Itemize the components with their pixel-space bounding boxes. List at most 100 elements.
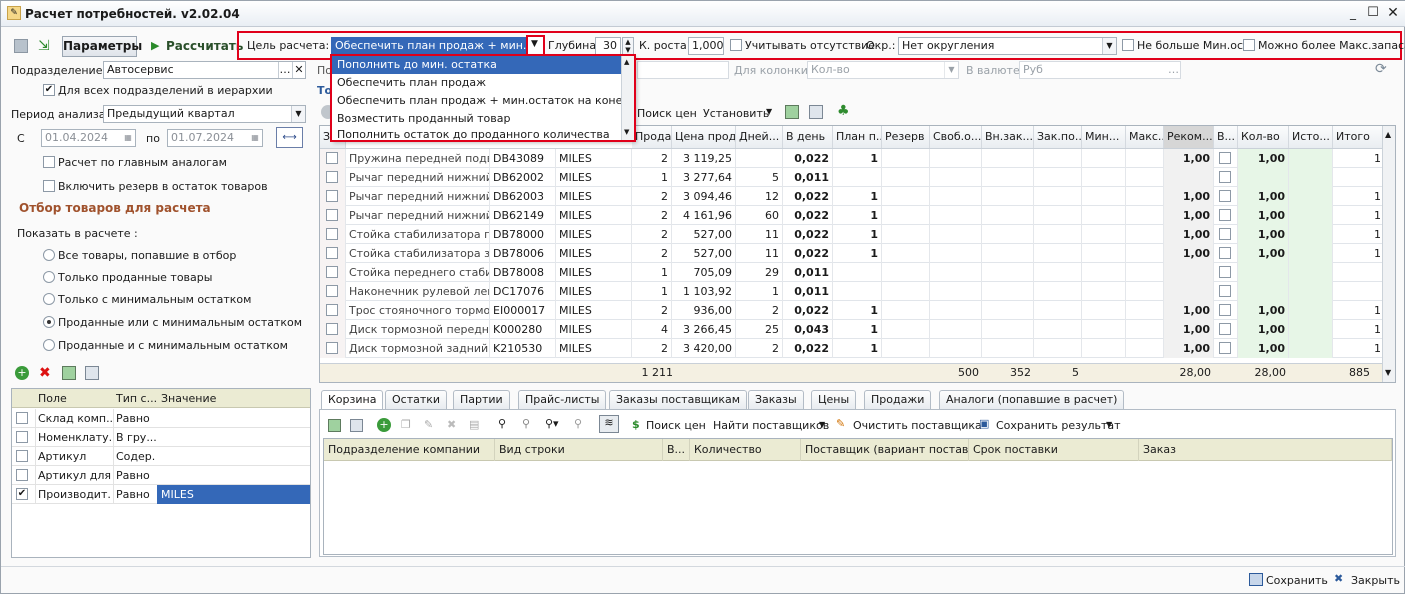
- all-depts-checkbox[interactable]: ✔: [43, 84, 55, 96]
- filter-row-checkbox[interactable]: [16, 469, 28, 481]
- grid-row[interactable]: Рычаг передний нижний ...DB62003MILES23 …: [320, 187, 1386, 206]
- chevron-down-icon[interactable]: ▼: [291, 106, 305, 122]
- row-checkbox[interactable]: [326, 285, 338, 297]
- filter-row[interactable]: Артикул для... Равно: [12, 466, 310, 485]
- save-result-button[interactable]: Сохранить результат: [996, 418, 1121, 434]
- grid-header-cell[interactable]: Прода...: [632, 126, 672, 148]
- filter-row-checkbox[interactable]: [16, 412, 28, 424]
- search-prices-button[interactable]: Поиск цен: [637, 107, 697, 120]
- grid-header-cell[interactable]: Макс...: [1126, 126, 1164, 148]
- grid-header-cell[interactable]: Зак.по...: [1034, 126, 1082, 148]
- tab-item[interactable]: Продажи: [864, 390, 932, 409]
- col-select[interactable]: Кол-во ▼: [807, 61, 959, 79]
- grid-header-cell[interactable]: Цена прод...: [672, 126, 736, 148]
- check-all-icon[interactable]: [62, 366, 76, 380]
- grid-header-cell[interactable]: Дней...: [736, 126, 783, 148]
- grid-header-cell[interactable]: Своб.о...: [930, 126, 982, 148]
- tab-item[interactable]: Прайс-листы: [518, 390, 607, 409]
- row-v-checkbox[interactable]: [1219, 247, 1231, 259]
- radio-sold-or-min[interactable]: [43, 316, 55, 328]
- grid-header-cell[interactable]: Исто...: [1289, 126, 1333, 148]
- basket-col-header[interactable]: Количество: [690, 439, 801, 461]
- check-all-icon[interactable]: [785, 105, 799, 119]
- filter-off-icon[interactable]: ⚲: [522, 417, 530, 430]
- export-icon[interactable]: ⇲: [38, 38, 54, 54]
- filter-row[interactable]: ✔ Производит... Равно MILES: [12, 485, 310, 504]
- filter-row[interactable]: Склад комп... Равно: [12, 409, 310, 428]
- add-icon[interactable]: +: [377, 418, 391, 432]
- obscured-field[interactable]: [637, 61, 729, 79]
- grid-header-cell[interactable]: Кол-во: [1238, 126, 1289, 148]
- grid-row[interactable]: Рычаг передний нижний DB62149 MILES 2 4 161,…: [320, 206, 1386, 225]
- filter-icon[interactable]: ⚲: [498, 417, 506, 430]
- select-ellipsis-icon[interactable]: …: [1168, 62, 1179, 78]
- row-checkbox[interactable]: [326, 171, 338, 183]
- row-v-checkbox[interactable]: [1219, 228, 1231, 240]
- tab-item[interactable]: Заказы поставщикам: [609, 390, 748, 409]
- filter-value[interactable]: [157, 409, 310, 428]
- grid-header-cell[interactable]: В день: [783, 126, 833, 148]
- filter-value[interactable]: [157, 447, 310, 466]
- close-button[interactable]: Закрыть: [1351, 573, 1400, 589]
- radio-min[interactable]: [43, 293, 55, 305]
- tab-item[interactable]: Аналоги (попавшие в расчет): [939, 390, 1125, 409]
- filter-value[interactable]: MILES: [157, 485, 310, 504]
- filter-row[interactable]: Номенклату... В гру...: [12, 428, 310, 447]
- save-icon[interactable]: ▤: [469, 418, 479, 431]
- uncheck-all-icon[interactable]: [85, 366, 99, 380]
- grid-header-cell[interactable]: В...: [1214, 126, 1238, 148]
- grid-header-cell[interactable]: План п...: [833, 126, 882, 148]
- row-v-checkbox[interactable]: [1219, 209, 1231, 221]
- grid-header-cell[interactable]: Реком...: [1164, 126, 1214, 148]
- row-v-checkbox[interactable]: [1219, 285, 1231, 297]
- grid-row[interactable]: Диск тормозной задний K210530 MILES 2 3 420,…: [320, 339, 1386, 358]
- row-checkbox[interactable]: [326, 304, 338, 316]
- tab-item[interactable]: Партии: [453, 390, 510, 409]
- uncheck-all-icon[interactable]: [809, 105, 823, 119]
- grid-row[interactable]: Стойка переднего стаби... DB78008 MILES 1 70…: [320, 263, 1386, 282]
- grid-header-cell[interactable]: Мин...: [1082, 126, 1126, 148]
- filter-row[interactable]: Артикул Содер...: [12, 447, 310, 466]
- absence-checkbox[interactable]: [730, 39, 742, 51]
- depth-stepper[interactable]: ▲ ▼: [622, 37, 634, 55]
- calculate-button[interactable]: Рассчитать: [166, 39, 243, 53]
- row-checkbox[interactable]: [326, 266, 338, 278]
- plant-icon[interactable]: ♣: [837, 103, 850, 119]
- filter-row-checkbox[interactable]: ✔: [16, 488, 28, 500]
- grid-row[interactable]: Стойка стабилизатора з... DB78006 MILES 2 52…: [320, 244, 1386, 263]
- filter-row-checkbox[interactable]: [16, 431, 28, 443]
- row-checkbox[interactable]: [326, 152, 338, 164]
- depth-field[interactable]: 30: [595, 37, 621, 55]
- row-checkbox[interactable]: [326, 209, 338, 221]
- row-v-checkbox[interactable]: [1219, 190, 1231, 202]
- clear-icon[interactable]: ✕: [292, 62, 305, 78]
- filter-value[interactable]: [157, 428, 310, 447]
- tab-item[interactable]: Заказы: [748, 390, 804, 409]
- copy-icon[interactable]: ❐: [401, 418, 411, 431]
- refresh-icon[interactable]: ⟳: [1375, 61, 1387, 77]
- radio-sold[interactable]: [43, 271, 55, 283]
- grid-row[interactable]: Трос стояночного тормо... EI000017 MILES 2 9…: [320, 301, 1386, 320]
- basket-col-header[interactable]: Заказ: [1139, 439, 1392, 461]
- chevron-down-icon[interactable]: ▼: [1102, 38, 1116, 54]
- row-v-checkbox[interactable]: [1219, 152, 1231, 164]
- save-button[interactable]: Сохранить: [1266, 573, 1328, 589]
- row-checkbox[interactable]: [326, 323, 338, 335]
- row-v-checkbox[interactable]: [1219, 266, 1231, 278]
- view-toggle-icon[interactable]: ≋: [599, 415, 619, 433]
- basket-col-header[interactable]: Вид строки: [495, 439, 663, 461]
- tab-item[interactable]: Цены: [811, 390, 857, 409]
- analogs-checkbox[interactable]: [43, 156, 55, 168]
- period-picker-button[interactable]: ⟷: [276, 127, 303, 148]
- add-icon[interactable]: +: [15, 366, 29, 380]
- grid-row[interactable]: Пружина передней подв... DB43089 MILES 2 3 1…: [320, 149, 1386, 168]
- radio-all[interactable]: [43, 249, 55, 261]
- clear-filter-icon[interactable]: ⚲: [574, 417, 582, 430]
- radio-sold-and-min[interactable]: [43, 339, 55, 351]
- chevron-down-icon[interactable]: ▼: [944, 62, 958, 78]
- dept-field[interactable]: Автосервис … ✕: [103, 61, 306, 79]
- check-all-icon[interactable]: [328, 419, 341, 432]
- basket-col-header[interactable]: Срок поставки: [969, 439, 1139, 461]
- from-date-field[interactable]: 01.04.2024 ▦: [41, 129, 136, 147]
- tab-basket[interactable]: Корзина: [321, 390, 384, 410]
